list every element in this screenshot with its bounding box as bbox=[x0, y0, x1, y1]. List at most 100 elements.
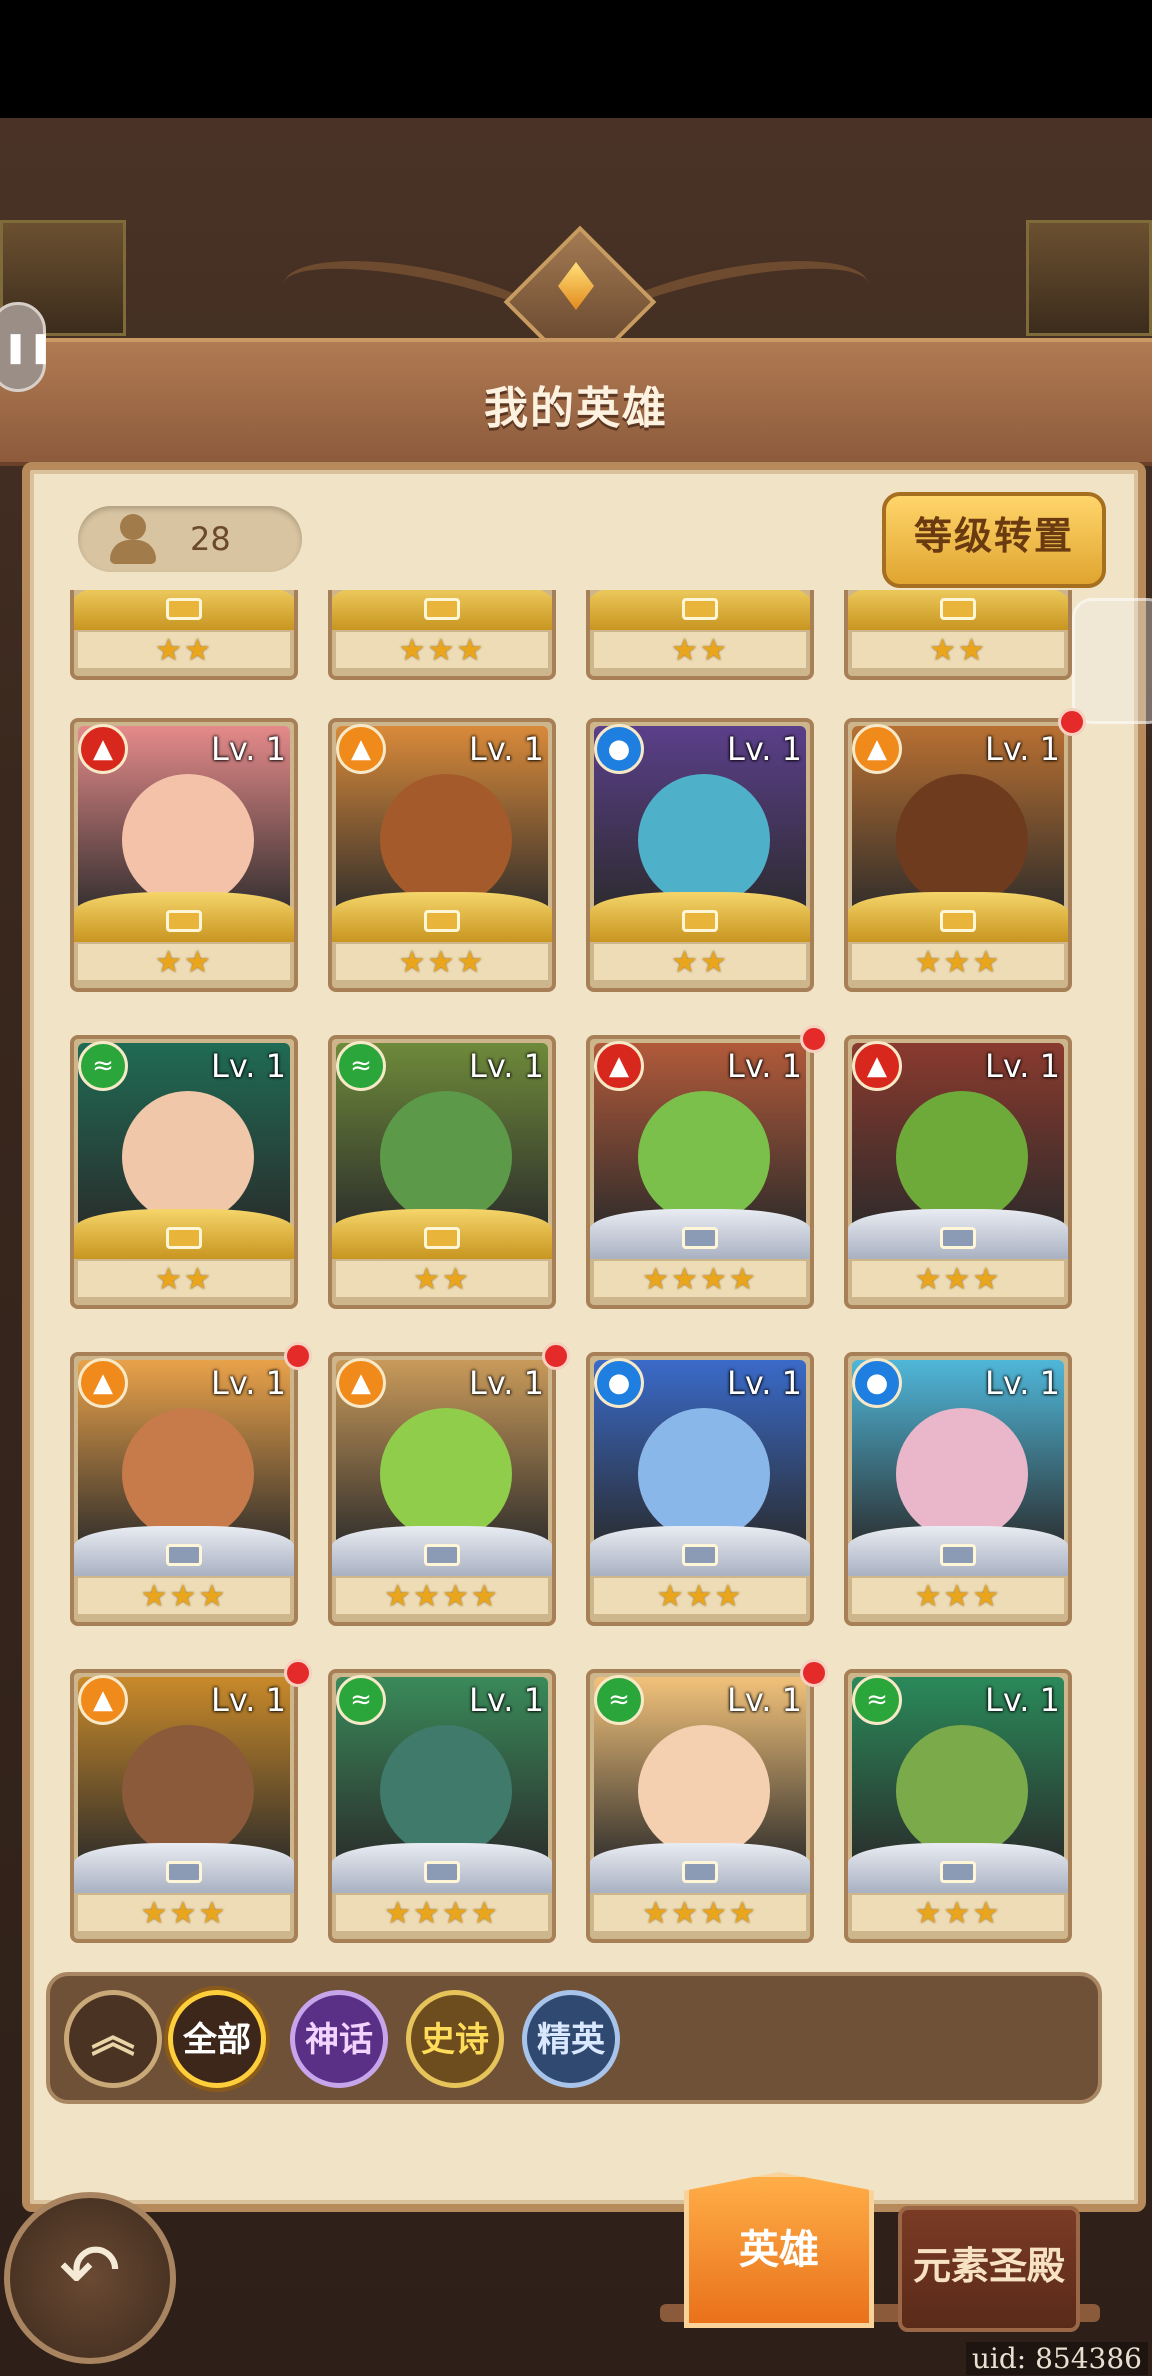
wind-element-icon: ≈ bbox=[594, 1675, 644, 1725]
notification-dot bbox=[284, 1659, 312, 1687]
star-rating: ★★★ bbox=[852, 1895, 1064, 1931]
frame-emblem bbox=[166, 598, 202, 620]
star-rating: ★★ bbox=[336, 1261, 548, 1297]
hero-face bbox=[122, 774, 254, 906]
hero-face bbox=[122, 1725, 254, 1857]
hero-level: Lv. 1 bbox=[469, 1364, 544, 1402]
hero-card[interactable]: ★★★ ● Lv. 1 bbox=[586, 1352, 814, 1626]
water-element-icon: ● bbox=[852, 1358, 902, 1408]
frame-emblem bbox=[166, 910, 202, 932]
hero-face bbox=[896, 1725, 1028, 1857]
star-rating: ★★ bbox=[594, 944, 806, 980]
notification-dot bbox=[1058, 708, 1086, 736]
star-rating: ★★★ bbox=[336, 632, 548, 668]
filter-epic-button[interactable]: 史诗 bbox=[406, 1990, 504, 2088]
star-rating: ★★★ bbox=[594, 1578, 806, 1614]
hero-level: Lv. 1 bbox=[985, 730, 1060, 768]
notification-dot bbox=[800, 1659, 828, 1687]
hero-level: Lv. 1 bbox=[727, 1047, 802, 1085]
hero-card[interactable]: ★★★ ▲ Lv. 1 bbox=[844, 1035, 1072, 1309]
hero-face bbox=[638, 1091, 770, 1223]
hero-level: Lv. 1 bbox=[985, 1364, 1060, 1402]
star-rating: ★★★★ bbox=[336, 1578, 548, 1614]
tab-heroes[interactable]: 英雄 bbox=[684, 2172, 874, 2328]
hero-grid: ★★ ★★★ ★★ ★★ ★★ ▲ Lv. 1 ★★★ ▲ Lv. 1 ★★ ● Lv. 1 ★★★ ▲ Lv… bbox=[60, 590, 1090, 1950]
hero-card[interactable]: ★★★ ▲ Lv. 1 bbox=[70, 1669, 298, 1943]
hero-face bbox=[122, 1408, 254, 1540]
hero-face bbox=[380, 774, 512, 906]
frame-emblem bbox=[940, 598, 976, 620]
wind-element-icon: ≈ bbox=[852, 1675, 902, 1725]
frame-emblem bbox=[166, 1227, 202, 1249]
hero-card[interactable]: ★★★★ ≈ Lv. 1 bbox=[328, 1669, 556, 1943]
tab-element-temple[interactable]: 元素圣殿 bbox=[898, 2206, 1080, 2332]
user-id-label: uid: 854386 bbox=[965, 2342, 1148, 2375]
star-rating: ★★ bbox=[594, 632, 806, 668]
hero-card[interactable]: ★★★★ ▲ Lv. 1 bbox=[586, 1035, 814, 1309]
hero-card-partial[interactable]: ★★ bbox=[844, 590, 1072, 680]
frame-emblem bbox=[424, 910, 460, 932]
frame-emblem bbox=[424, 598, 460, 620]
filter-myth-button[interactable]: 神话 bbox=[290, 1990, 388, 2088]
back-arrow-button[interactable]: ↶ bbox=[4, 2192, 176, 2364]
hero-level: Lv. 1 bbox=[727, 1364, 802, 1402]
hero-face bbox=[638, 774, 770, 906]
notification-dot bbox=[800, 1025, 828, 1053]
frame-emblem bbox=[682, 1227, 718, 1249]
light-element-icon: ▲ bbox=[78, 1675, 128, 1725]
star-rating: ★★★ bbox=[78, 1895, 290, 1931]
water-element-icon: ● bbox=[594, 1358, 644, 1408]
hero-card[interactable]: ★★★ ≈ Lv. 1 bbox=[844, 1669, 1072, 1943]
wind-element-icon: ≈ bbox=[336, 1041, 386, 1091]
light-element-icon: ▲ bbox=[336, 724, 386, 774]
hero-card[interactable]: ★★★ ▲ Lv. 1 bbox=[844, 718, 1072, 992]
hero-card[interactable]: ★★★ ▲ Lv. 1 bbox=[70, 1352, 298, 1626]
hero-level: Lv. 1 bbox=[727, 1681, 802, 1719]
hero-card[interactable]: ★★ ≈ Lv. 1 bbox=[328, 1035, 556, 1309]
star-rating: ★★★ bbox=[852, 1261, 1064, 1297]
hero-card[interactable]: ★★ ● Lv. 1 bbox=[586, 718, 814, 992]
fire-element-icon: ▲ bbox=[78, 724, 128, 774]
hero-card[interactable]: ★★ ≈ Lv. 1 bbox=[70, 1035, 298, 1309]
wind-element-icon: ≈ bbox=[336, 1675, 386, 1725]
frame-emblem bbox=[940, 1861, 976, 1883]
hero-card-partial[interactable]: ★★ bbox=[70, 590, 298, 680]
hero-level: Lv. 1 bbox=[985, 1047, 1060, 1085]
filter-all-button[interactable]: 全部 bbox=[168, 1990, 266, 2088]
hero-card[interactable]: ★★★★ ≈ Lv. 1 bbox=[586, 1669, 814, 1943]
fire-element-icon: ▲ bbox=[852, 1041, 902, 1091]
hero-card-partial[interactable]: ★★★ bbox=[328, 590, 556, 680]
hero-face bbox=[638, 1725, 770, 1857]
star-rating: ★★★★ bbox=[336, 1895, 548, 1931]
hero-card-partial[interactable]: ★★ bbox=[586, 590, 814, 680]
hero-card[interactable]: ★★ ▲ Lv. 1 bbox=[70, 718, 298, 992]
hero-card[interactable]: ★★★★ ▲ Lv. 1 bbox=[328, 1352, 556, 1626]
frame-emblem bbox=[682, 1861, 718, 1883]
hero-card[interactable]: ★★★ ● Lv. 1 bbox=[844, 1352, 1072, 1626]
star-rating: ★★★ bbox=[852, 1578, 1064, 1614]
frame-emblem bbox=[682, 1544, 718, 1566]
hero-level: Lv. 1 bbox=[985, 1681, 1060, 1719]
light-element-icon: ▲ bbox=[852, 724, 902, 774]
page-title: 我的英雄 bbox=[484, 383, 668, 434]
filter-elite-button[interactable]: 精英 bbox=[522, 1990, 620, 2088]
hero-card[interactable]: ★★★ ▲ Lv. 1 bbox=[328, 718, 556, 992]
collapse-chevron-icon[interactable]: ︽ bbox=[64, 1990, 162, 2088]
frame-emblem bbox=[940, 910, 976, 932]
pause-button[interactable]: ❚❚ bbox=[0, 302, 53, 392]
hero-count: 28 bbox=[190, 520, 231, 558]
frame-emblem bbox=[166, 1861, 202, 1883]
hero-level: Lv. 1 bbox=[211, 1364, 286, 1402]
wind-element-icon: ≈ bbox=[78, 1041, 128, 1091]
frame-emblem bbox=[424, 1861, 460, 1883]
frame-emblem bbox=[682, 598, 718, 620]
hero-level: Lv. 1 bbox=[469, 1681, 544, 1719]
level-transfer-button[interactable]: 等级转置 bbox=[882, 492, 1106, 588]
hero-level: Lv. 1 bbox=[469, 730, 544, 768]
notification-dot bbox=[284, 1342, 312, 1370]
hero-face bbox=[380, 1408, 512, 1540]
light-element-icon: ▲ bbox=[336, 1358, 386, 1408]
notification-dot bbox=[542, 1342, 570, 1370]
star-rating: ★★★ bbox=[336, 944, 548, 980]
hero-face bbox=[380, 1091, 512, 1223]
